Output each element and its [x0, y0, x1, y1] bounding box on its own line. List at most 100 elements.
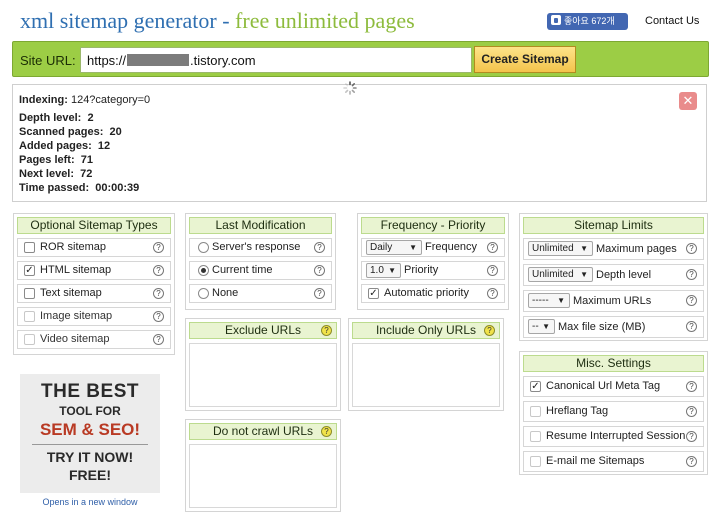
- sitemap-types-title: Optional Sitemap Types: [17, 217, 171, 234]
- depth-level-row: Unlimited ▼ Depth level ?: [523, 264, 704, 286]
- lastmod-server-response[interactable]: Server's response ?: [189, 238, 332, 257]
- checkbox-email[interactable]: [530, 456, 541, 467]
- max-urls-label: Maximum URLs: [573, 295, 652, 307]
- max-file-size-select[interactable]: -- ▼: [528, 319, 555, 334]
- indexing-value: 124?category=0: [70, 94, 151, 106]
- help-icon[interactable]: ?: [153, 288, 164, 299]
- help-icon[interactable]: ?: [686, 321, 697, 332]
- stat-label: Added pages:: [19, 140, 92, 152]
- sitemap-type-label: Video sitemap: [40, 333, 110, 345]
- frequency-priority-panel: Frequency - Priority Daily ▼ Frequency ? …: [357, 213, 509, 310]
- radio-server-response[interactable]: [198, 242, 209, 253]
- facebook-like-button[interactable]: 좋아요 672개: [547, 13, 628, 30]
- max-pages-select[interactable]: Unlimited ▼: [528, 241, 593, 256]
- checkbox-ror[interactable]: [24, 242, 35, 253]
- url-redacted-block: [127, 54, 190, 66]
- site-logo[interactable]: xml sitemap generator - free unlimited p…: [20, 8, 415, 34]
- help-icon[interactable]: ?: [686, 295, 697, 306]
- stat-scanned-pages: Scanned pages: 20: [19, 126, 122, 138]
- stat-value: 71: [80, 154, 94, 166]
- misc-email[interactable]: E-mail me Sitemaps ?: [523, 451, 704, 472]
- stat-added-pages: Added pages: 12: [19, 140, 110, 152]
- help-icon[interactable]: ?: [686, 431, 697, 442]
- url-suffix: .tistory.com: [190, 53, 256, 68]
- radio-none[interactable]: [198, 288, 209, 299]
- help-icon[interactable]: ?: [314, 242, 325, 253]
- misc-canonical[interactable]: ✓ Canonical Url Meta Tag ?: [523, 376, 704, 397]
- depth-level-label: Depth level: [596, 269, 652, 281]
- lastmod-label: Current time: [212, 264, 273, 276]
- max-urls-select[interactable]: ----- ▼: [528, 293, 570, 308]
- help-icon[interactable]: ?: [484, 325, 495, 336]
- facebook-like-count: 좋아요 672개: [564, 16, 615, 26]
- misc-label: Hreflang Tag: [546, 405, 609, 417]
- priority-select[interactable]: 1.0 ▼: [366, 263, 401, 278]
- frequency-row: Daily ▼ Frequency ?: [361, 238, 505, 257]
- create-sitemap-button[interactable]: Create Sitemap: [474, 46, 576, 73]
- frequency-label: Frequency: [425, 241, 477, 253]
- lastmod-none[interactable]: None ?: [189, 284, 332, 303]
- checkbox-html[interactable]: ✓: [24, 265, 35, 276]
- checkbox-resume[interactable]: [530, 431, 541, 442]
- checkbox-video[interactable]: [24, 334, 35, 345]
- help-icon[interactable]: ?: [153, 334, 164, 345]
- help-icon[interactable]: ?: [314, 288, 325, 299]
- include-only-urls-textarea[interactable]: [352, 343, 500, 407]
- sitemap-type-video[interactable]: Video sitemap ?: [17, 330, 171, 349]
- misc-hreflang[interactable]: Hreflang Tag ?: [523, 401, 704, 422]
- checkbox-hreflang[interactable]: [530, 406, 541, 417]
- depth-level-select[interactable]: Unlimited ▼: [528, 267, 593, 282]
- exclude-urls-textarea[interactable]: [189, 343, 337, 407]
- checkbox-text[interactable]: [24, 288, 35, 299]
- sitemap-type-image[interactable]: Image sitemap ?: [17, 307, 171, 326]
- help-icon[interactable]: ?: [487, 265, 498, 276]
- help-icon[interactable]: ?: [686, 381, 697, 392]
- checkbox-canonical[interactable]: ✓: [530, 381, 541, 392]
- help-icon[interactable]: ?: [686, 243, 697, 254]
- contact-us-link[interactable]: Contact Us: [645, 15, 699, 27]
- help-icon[interactable]: ?: [153, 311, 164, 322]
- stat-label: Scanned pages:: [19, 126, 104, 138]
- url-prefix: https://: [87, 53, 127, 68]
- sitemap-type-ror[interactable]: ROR sitemap ?: [17, 238, 171, 257]
- ad-new-window-note[interactable]: Opens in a new window: [20, 497, 160, 507]
- close-icon[interactable]: ✕: [679, 92, 697, 110]
- thumbs-up-icon: [551, 15, 561, 25]
- help-icon[interactable]: ?: [487, 242, 498, 253]
- select-value: Unlimited: [532, 243, 574, 254]
- stat-label: Pages left:: [19, 154, 75, 166]
- misc-label: Canonical Url Meta Tag: [546, 380, 661, 392]
- sitemap-type-text[interactable]: Text sitemap ?: [17, 284, 171, 303]
- select-value: --: [532, 321, 539, 332]
- help-icon[interactable]: ?: [153, 242, 164, 253]
- help-icon[interactable]: ?: [686, 406, 697, 417]
- help-icon[interactable]: ?: [686, 456, 697, 467]
- lastmod-label: Server's response: [212, 241, 301, 253]
- loading-spinner-icon: [343, 81, 357, 95]
- stat-value: 12: [97, 140, 111, 152]
- indexing-label: Indexing:: [19, 94, 68, 106]
- help-icon[interactable]: ?: [321, 325, 332, 336]
- site-url-input[interactable]: https:// .tistory.com: [80, 47, 472, 73]
- frequency-select[interactable]: Daily ▼: [366, 240, 422, 255]
- lastmod-current-time[interactable]: Current time ?: [189, 261, 332, 280]
- checkbox-automatic-priority[interactable]: ✓: [368, 288, 379, 299]
- automatic-priority-row[interactable]: ✓ Automatic priority ?: [361, 284, 505, 303]
- stat-next-level: Next level: 72: [19, 168, 92, 180]
- ad-line-2: TOOL FOR: [59, 404, 121, 418]
- help-icon[interactable]: ?: [321, 426, 332, 437]
- dropdown-arrow-icon: ▼: [409, 243, 417, 252]
- misc-resume[interactable]: Resume Interrupted Session ?: [523, 426, 704, 447]
- help-icon[interactable]: ?: [487, 288, 498, 299]
- stat-value: 72: [80, 168, 93, 180]
- checkbox-image[interactable]: [24, 311, 35, 322]
- help-icon[interactable]: ?: [686, 269, 697, 280]
- ad-banner[interactable]: THE BEST TOOL FOR SEM & SEO! TRY IT NOW!…: [20, 374, 160, 493]
- sitemap-type-html[interactable]: ✓ HTML sitemap ?: [17, 261, 171, 280]
- do-not-crawl-textarea[interactable]: [189, 444, 337, 508]
- radio-current-time[interactable]: [198, 265, 209, 276]
- indexing-line: Indexing: 124?category=0: [19, 94, 150, 106]
- help-icon[interactable]: ?: [153, 265, 164, 276]
- help-icon[interactable]: ?: [314, 265, 325, 276]
- stat-label: Next level:: [19, 168, 75, 180]
